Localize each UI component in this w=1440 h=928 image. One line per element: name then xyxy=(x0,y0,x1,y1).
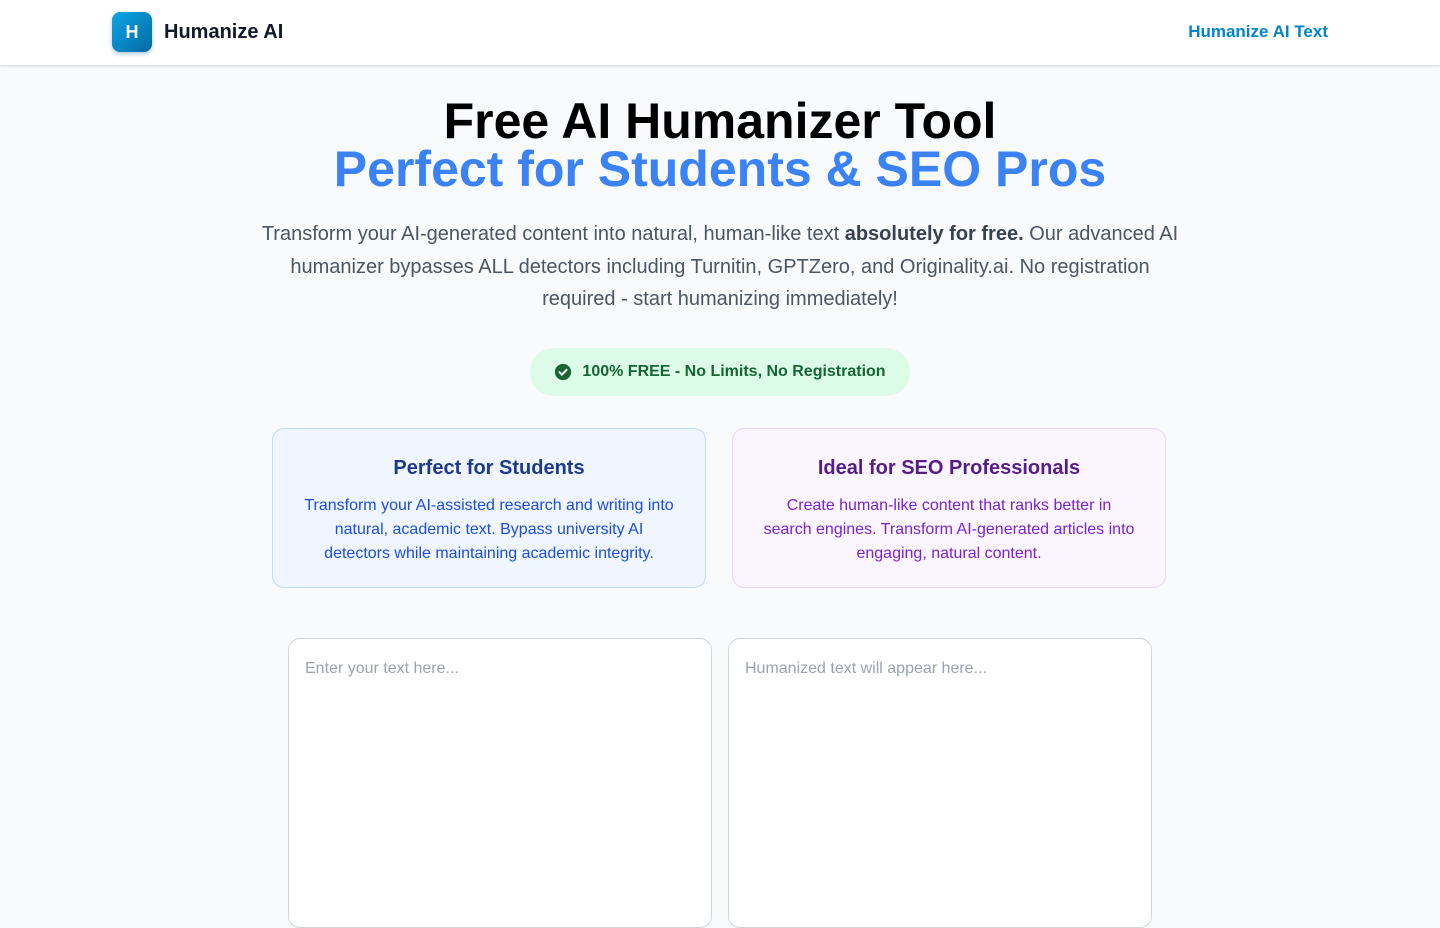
free-badge: 100% FREE - No Limits, No Registration xyxy=(530,348,910,396)
top-navbar: H Humanize AI Humanize AI Text xyxy=(0,0,1440,65)
seo-card: Ideal for SEO Professionals Create human… xyxy=(732,428,1166,588)
seo-card-title: Ideal for SEO Professionals xyxy=(817,457,1081,479)
nav-link-humanize-ai-text[interactable]: Humanize AI Text xyxy=(1188,20,1328,44)
logo-icon[interactable]: H xyxy=(112,12,152,52)
students-card: Perfect for Students Transform your AI-a… xyxy=(272,428,706,588)
hero-description: Transform your AI-generated content into… xyxy=(260,218,1180,316)
page-subtitle: Perfect for Students & SEO Pros xyxy=(333,141,1107,197)
seo-card-text: Create human-like content that ranks bet… xyxy=(763,497,1135,562)
students-card-text: Transform your AI-assisted research and … xyxy=(304,497,674,562)
output-text-area[interactable] xyxy=(728,638,1152,928)
free-badge-text: 100% FREE - No Limits, No Registration xyxy=(582,363,886,380)
description-text-start: Transform your AI-generated content into… xyxy=(261,223,845,245)
description-emphasis: absolutely for free. xyxy=(844,223,1024,245)
page-title: Free AI Humanizer Tool xyxy=(443,93,997,149)
brand-name[interactable]: Humanize AI xyxy=(164,20,283,44)
input-text-area[interactable] xyxy=(288,638,712,928)
check-circle-icon xyxy=(555,363,572,381)
logo-letter: H xyxy=(125,21,139,42)
students-card-title: Perfect for Students xyxy=(393,457,585,479)
